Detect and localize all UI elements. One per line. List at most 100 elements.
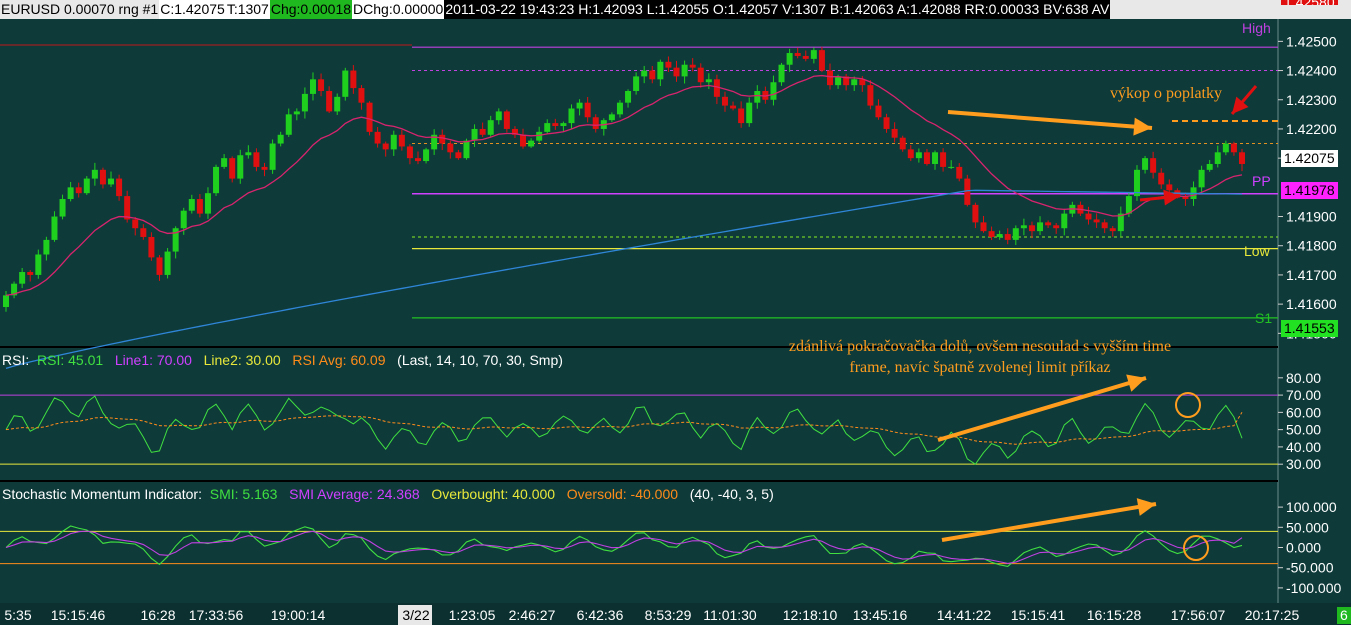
time-label-date: 3/22 <box>402 607 429 623</box>
rsi-tick-label: 60.00 <box>1286 404 1321 420</box>
candle-body <box>423 149 430 162</box>
candle-body <box>293 111 300 115</box>
candle-body <box>51 216 58 240</box>
candle-body <box>721 96 728 106</box>
candle-body <box>27 272 34 275</box>
candle-body <box>1198 169 1205 188</box>
candle-body <box>237 155 244 179</box>
time-label: 12:18:10 <box>783 607 838 623</box>
candle-body <box>196 199 203 214</box>
candle-body <box>99 169 106 185</box>
candle-body <box>802 55 809 59</box>
candle-body <box>1166 184 1173 191</box>
price-tick-label: 1.41900 <box>1286 209 1337 225</box>
candle-body <box>899 137 906 150</box>
price-tick-label: 1.42500 <box>1286 33 1337 49</box>
header-change: Chg:0.00018 <box>269 0 353 19</box>
candle-body <box>188 199 195 211</box>
candle-body <box>124 196 131 220</box>
candle-body <box>528 140 535 147</box>
candle-body <box>1085 213 1092 220</box>
candle-body <box>455 152 462 159</box>
candle-body <box>851 79 858 86</box>
candle-body <box>673 67 680 77</box>
candle-body <box>948 166 955 168</box>
candle-body <box>1004 234 1011 240</box>
divergence-note-line1: zdánlivá pokračovačka dolů, ovšem nesoul… <box>788 338 1172 355</box>
candle-body <box>83 178 90 194</box>
rsi-tick-label: 70.00 <box>1286 387 1321 403</box>
header-info: 2011-03-22 19:43:23 H:1.42093 L:1.42055 … <box>444 0 1111 19</box>
rsi-tick-label: 80.00 <box>1286 370 1321 386</box>
quote-header: EURUSD 0.00070 rng #1 C:1.42075 T:1307 Chg:… <box>0 0 1351 19</box>
rsi-value: RSI: 45.01 <box>37 352 104 368</box>
orange-arrow-smi <box>941 502 1157 542</box>
candle-body <box>221 158 228 167</box>
candle-body <box>786 53 793 65</box>
candle-body <box>334 96 341 112</box>
orange-arrow-price <box>947 110 1153 130</box>
candle-body <box>1109 228 1116 232</box>
time-label: 14:41:22 <box>937 607 992 623</box>
candle-body <box>923 152 930 164</box>
orange-arrow-price-head <box>1133 117 1152 136</box>
candle-body <box>253 152 260 167</box>
candle-body <box>875 105 882 118</box>
candle-body <box>1125 196 1132 214</box>
candle-body <box>156 257 163 275</box>
ma-fast-line <box>5 74 1243 297</box>
candle-body <box>132 219 139 229</box>
time-label: 16:28 <box>140 607 175 623</box>
candle-body <box>1239 152 1245 164</box>
candle-body <box>318 79 325 91</box>
smi-tick-label: -100.000 <box>1286 580 1341 596</box>
rsi-params: (Last, 14, 10, 70, 30, Smp) <box>397 352 563 368</box>
candle-body <box>1222 143 1229 153</box>
candle-body <box>988 231 995 237</box>
candle-body <box>1061 213 1068 229</box>
candle-body <box>746 102 753 124</box>
candle-body <box>326 90 333 112</box>
rsi-circle-marker <box>1175 392 1201 418</box>
candle-body <box>1093 219 1100 223</box>
smi-oversold: Oversold: -40.000 <box>566 486 679 502</box>
smi-legend: Stochastic Momentum Indicator: SMI: 5.16… <box>2 486 774 502</box>
candle-body <box>1028 225 1035 232</box>
candle-body <box>778 64 785 83</box>
rsi-tick-label: 40.00 <box>1286 439 1321 455</box>
orange-arrow-smi-head <box>1136 498 1156 516</box>
pp-price-badge: 1.41978 <box>1281 182 1338 199</box>
candle-body <box>827 70 833 86</box>
price-tick-label: 1.42400 <box>1286 63 1337 79</box>
smi-title: Stochastic Momentum Indicator: <box>2 486 202 502</box>
candle-body <box>891 128 898 138</box>
candle-body <box>730 105 737 109</box>
divergence-note-line2: frame, navíc špatně zvolenej limit příka… <box>849 359 1111 376</box>
candle-body <box>940 152 947 167</box>
candle-body <box>536 131 543 141</box>
s1-price-badge: 1.41553 <box>1281 320 1338 337</box>
candle-body <box>956 166 963 179</box>
candle-body <box>382 143 389 150</box>
price-tick-label: 1.42200 <box>1286 121 1337 137</box>
price-tick-label: 1.41600 <box>1286 296 1337 312</box>
candle-body <box>584 102 591 118</box>
time-label: 6:42:36 <box>577 607 624 623</box>
price-tick-label: 1.42300 <box>1286 92 1337 108</box>
candle-body <box>406 146 413 159</box>
candle-body <box>342 70 349 97</box>
rsi-line1: Line1: 70.00 <box>114 352 192 368</box>
candle-body <box>738 108 745 124</box>
rsi-title: RSI: <box>2 352 30 368</box>
candle-body <box>1101 222 1108 229</box>
candle-body <box>1158 172 1165 185</box>
candle-body <box>883 117 890 129</box>
candle-body <box>520 134 527 147</box>
smi-value: SMI: 5.163 <box>209 486 278 502</box>
time-label: 2:46:27 <box>509 607 556 623</box>
candle-body <box>835 76 842 86</box>
smi-tick-label: 100.000 <box>1286 499 1337 515</box>
rsi-tick-label: 30.00 <box>1286 456 1321 472</box>
time-label: 15:15:41 <box>1011 607 1066 623</box>
candle-body <box>495 111 502 121</box>
